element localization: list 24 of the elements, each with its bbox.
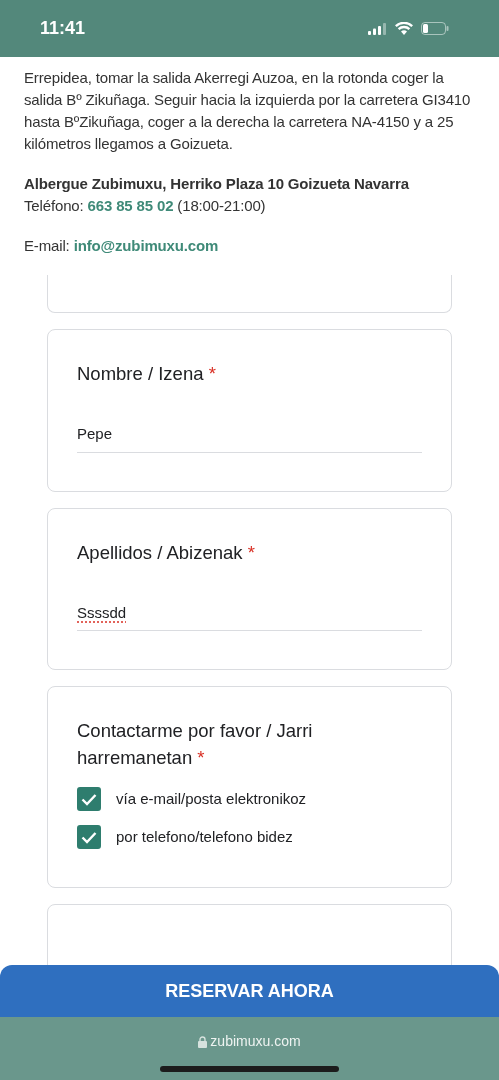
checkbox-label: vía e-mail/posta elektronikoz	[116, 788, 307, 809]
checkbox[interactable]	[77, 787, 101, 811]
battery-icon	[421, 22, 449, 35]
lock-icon	[198, 1035, 208, 1048]
checkbox-label: por telefono/telefono bidez	[116, 826, 293, 847]
question-title: Apellidos / Abizenak *	[77, 540, 256, 565]
check-icon	[81, 830, 97, 844]
phone-line: Teléfono: 663 85 85 02 (18:00-21:00)	[23, 196, 267, 216]
check-icon	[81, 792, 97, 806]
directions-paragraph: Errepidea, tomar la salida Akerregi Auzoa, en la rotonda coger la salida Bº Zikuñaga. Seguir hacia la izquierda por la carretera GI3410 hasta BºZikuñaga, coger a la derecha la carretera NA-4150 y a 25 kilómetros llegamos a Goizueta.	[23, 68, 472, 154]
email-line: E-mail: info@zubimuxu.com	[23, 236, 220, 256]
address-text: Albergue Zubimuxu, Herriko Plaza 10 Goizueta Navarra	[23, 174, 410, 194]
answer-field[interactable]: Ssssdd	[77, 595, 422, 631]
phone-link[interactable]: 663 85 85 02	[87, 197, 174, 214]
reserve-button[interactable]: RESERVAR AHORA	[0, 965, 499, 1017]
question-title: Contactarme por favor / Jarri harremanetan *	[77, 719, 314, 770]
answer-field[interactable]: Pepe	[77, 417, 422, 453]
wifi-icon	[395, 22, 413, 35]
question-title: Nombre / Izena *	[77, 362, 217, 386]
status-time: 11:41	[40, 17, 86, 40]
url-text[interactable]: zubimuxu.com	[210, 1031, 301, 1052]
checkbox[interactable]	[77, 825, 101, 849]
email-link[interactable]: info@zubimuxu.com	[73, 237, 219, 254]
signal-icon	[368, 22, 387, 35]
